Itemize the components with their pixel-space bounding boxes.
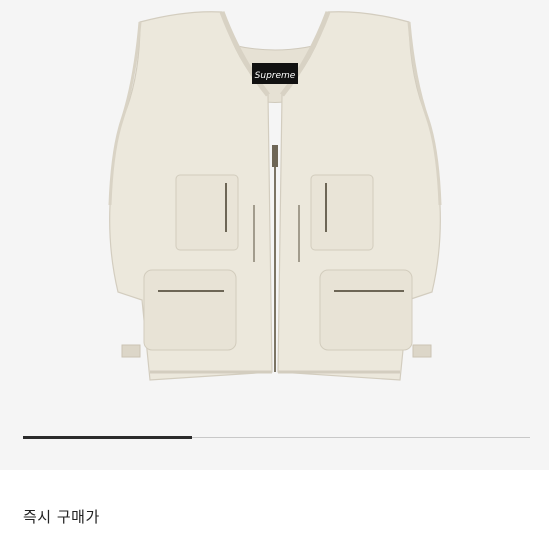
instant-buy-price-label: 즉시 구매가 [23, 508, 100, 526]
vest-product-image: Supreme [108, 11, 442, 381]
carousel-progress-indicator [23, 436, 192, 439]
carousel-progress-track [23, 436, 530, 439]
svg-text:Supreme: Supreme [255, 71, 296, 81]
purchase-info: 즉시 구매가 [0, 470, 549, 549]
product-image-carousel[interactable]: Supreme [0, 0, 549, 470]
